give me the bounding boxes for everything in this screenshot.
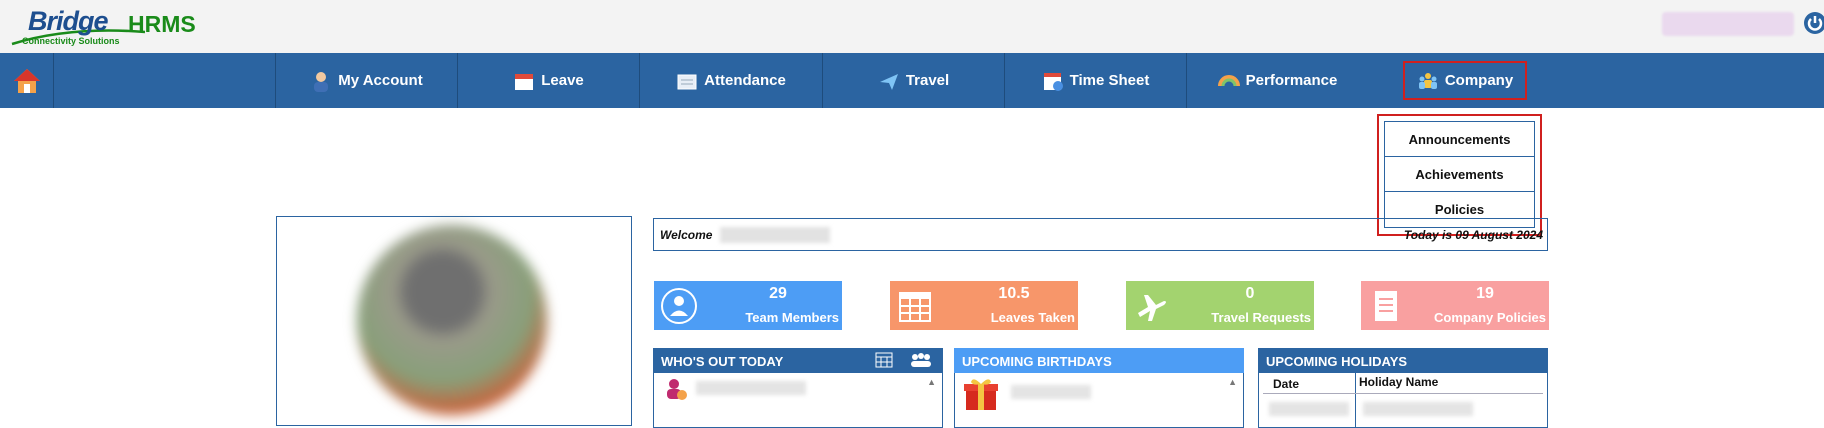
gift-icon [964, 379, 998, 410]
holiday-table-header: Date Holiday Name [1259, 373, 1547, 428]
panel-body: ▲ [653, 373, 943, 428]
stat-company-policies[interactable]: 19 Company Policies [1361, 281, 1549, 330]
logo-text: Bridge [28, 6, 109, 36]
people-icon [1418, 72, 1437, 89]
team-member-icon [661, 288, 697, 324]
nav-label: Travel [905, 72, 950, 89]
panel-header: UPCOMING BIRTHDAYS [954, 348, 1244, 373]
col-date: Date [1273, 377, 1300, 391]
nav-label: Performance [1245, 72, 1338, 89]
nav-home-button[interactable] [0, 53, 54, 108]
user-name-blurred [1662, 12, 1794, 36]
timesheet-icon [1043, 72, 1063, 91]
holidays-panel: UPCOMING HOLIDAYS Date Holiday Name [1258, 348, 1548, 428]
nav-leave[interactable]: Leave [457, 53, 639, 108]
stat-label: Leaves Taken [990, 310, 1075, 325]
welcome-name-blurred [720, 227, 830, 243]
scroll-up-arrow[interactable]: ▲ [927, 377, 936, 387]
nav-label: Time Sheet [1069, 72, 1150, 89]
logout-icon[interactable] [1803, 11, 1824, 35]
blurred-date [1269, 402, 1349, 416]
stat-value: 29 [769, 285, 787, 302]
stat-label: Travel Requests [1211, 310, 1311, 325]
stat-leaves-taken[interactable]: 10.5 Leaves Taken [890, 281, 1078, 330]
nav-label: My Account [338, 72, 423, 89]
airplane-icon [1138, 295, 1166, 321]
stat-value: 10.5 [998, 285, 1030, 302]
column-divider [1355, 373, 1356, 428]
logo-suffix: HRMS [128, 11, 196, 37]
row-divider [1263, 393, 1543, 394]
nav-my-account[interactable]: My Account [275, 53, 457, 108]
stat-label: Company Policies [1434, 310, 1546, 325]
blurred-holiday [1363, 402, 1473, 416]
nav-performance[interactable]: Performance [1186, 53, 1368, 108]
person-out-icon [667, 379, 687, 400]
user-icon [314, 71, 329, 92]
panel-header: WHO'S OUT TODAY [653, 348, 943, 373]
panel-header: UPCOMING HOLIDAYS [1258, 348, 1548, 373]
panel-body: ▲ [954, 373, 1244, 428]
stat-travel-requests[interactable]: 0 Travel Requests [1126, 281, 1314, 330]
menu-item-announcements[interactable]: Announcements [1385, 122, 1534, 157]
nav-label: Company [1444, 72, 1514, 89]
scroll-up-arrow[interactable]: ▲ [1228, 377, 1237, 387]
col-holiday-name: Holiday Name [1359, 375, 1439, 389]
profile-card [276, 216, 632, 426]
nav-time-sheet[interactable]: Time Sheet [1004, 53, 1186, 108]
today-date: Today is 09 August 2024 [1403, 228, 1543, 242]
birthdays-panel: UPCOMING BIRTHDAYS ▲ [954, 348, 1244, 428]
blurred-name [696, 381, 806, 395]
stat-team-members[interactable]: 29 Team Members [654, 281, 842, 330]
airplane-icon [879, 73, 898, 90]
home-icon [13, 68, 40, 93]
panel-title: WHO'S OUT TODAY [661, 354, 784, 369]
menu-item-achievements[interactable]: Achievements [1385, 157, 1534, 192]
logo-tagline: Connectivity Solutions [22, 36, 120, 46]
nav-label: Attendance [704, 72, 786, 89]
dropdown-list: Announcements Achievements Policies [1384, 121, 1535, 228]
whos-out-panel: WHO'S OUT TODAY ▲ [653, 348, 943, 428]
nav-attendance[interactable]: Attendance [639, 53, 822, 108]
nav-label: Leave [541, 72, 584, 89]
panel-title: UPCOMING BIRTHDAYS [962, 354, 1112, 369]
panel-title: UPCOMING HOLIDAYS [1266, 354, 1408, 369]
stat-value: 19 [1476, 285, 1494, 302]
calendar-icon [515, 73, 534, 90]
stat-label: Team Members [745, 310, 839, 325]
welcome-label: Welcome [660, 228, 713, 242]
nav-company[interactable]: Company [1403, 61, 1527, 100]
stat-value: 0 [1245, 285, 1255, 302]
calendar-grid-icon[interactable] [875, 352, 893, 368]
panel-body: Date Holiday Name [1258, 373, 1548, 428]
attendance-icon [677, 74, 697, 89]
gauge-icon [1217, 74, 1240, 86]
welcome-bar: Welcome Today is 09 August 2024 [653, 218, 1548, 251]
policy-document-icon [1375, 291, 1397, 321]
leave-grid-icon [899, 292, 931, 322]
team-icon[interactable] [909, 352, 933, 368]
top-bar: Bridge HRMS Connectivity Solutions [0, 0, 1824, 53]
blurred-name [1011, 385, 1091, 399]
brand-logo[interactable]: Bridge HRMS Connectivity Solutions [10, 6, 210, 48]
nav-travel[interactable]: Travel [822, 53, 1004, 108]
main-navigation: My Account Leave Attendance Travel Time … [0, 53, 1824, 108]
profile-photo-blurred [357, 225, 547, 415]
